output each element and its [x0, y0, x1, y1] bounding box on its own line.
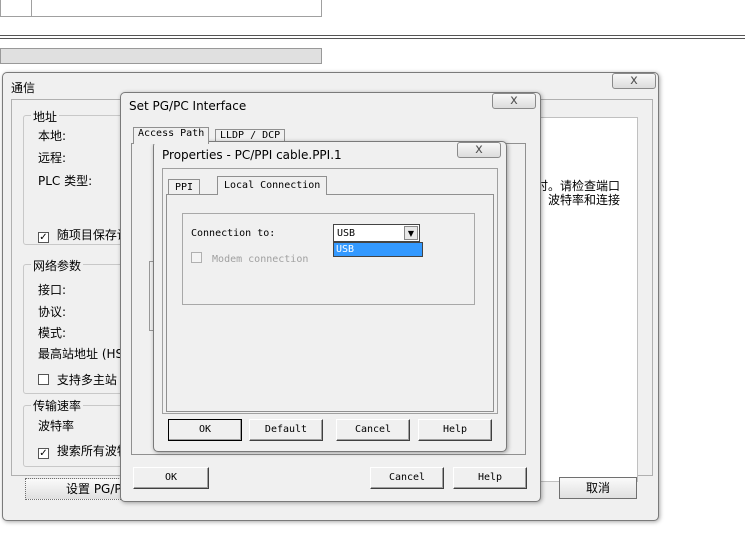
background-separator [0, 35, 745, 39]
highest-address-label: 最高站地址 (HS [38, 347, 124, 361]
connection-select[interactable]: USB ▼ [333, 224, 420, 242]
connection-dropdown-list: USB [333, 242, 423, 257]
tab-access-path-label: Access Path [138, 128, 205, 139]
modem-connection-checkbox[interactable]: Modem connection [191, 252, 308, 265]
baud-group-label: 传输速率 [31, 397, 84, 414]
connection-select-value: USB [337, 228, 356, 239]
background-field-top [0, 0, 322, 17]
checkbox-unchecked-icon [38, 374, 49, 385]
save-with-project-label: 随项目保存设 [56, 228, 129, 242]
mode-label: 模式: [38, 326, 67, 340]
tab-ppi[interactable]: PPI [168, 179, 201, 194]
properties-dialog: Properties - PC/PPI cable.PPI.1 x PPI Lo… [153, 141, 507, 452]
tab-access-path[interactable]: Access Path [133, 127, 210, 144]
search-all-baud-label: 搜索所有波特 [56, 444, 129, 458]
props-ok-button[interactable]: OK [168, 419, 242, 441]
props-cancel-label: Cancel [354, 424, 392, 435]
plc-type-label: PLC 类型: [38, 174, 93, 188]
comm-cancel-button[interactable]: 取消 [559, 477, 637, 499]
multi-master-checkbox[interactable]: 支持多主站 [38, 371, 117, 388]
pgpc-cancel-button[interactable]: Cancel [370, 467, 444, 489]
multi-master-label: 支持多主站 [56, 373, 117, 387]
search-all-baud-checkbox[interactable]: ✓ 搜索所有波特 [38, 442, 129, 459]
background-field-divider [31, 0, 32, 17]
checkbox-checked-icon: ✓ [38, 232, 49, 243]
comm-hint-line2: 、波特率和连接 [536, 193, 621, 207]
communication-dialog-title: 通信 [11, 81, 36, 95]
tab-ppi-label: PPI [175, 182, 194, 193]
chevron-down-icon[interactable]: ▼ [404, 226, 418, 240]
local-label: 本地: [38, 129, 67, 143]
props-help-button[interactable]: Help [418, 419, 492, 441]
close-icon[interactable]: x [612, 73, 656, 89]
pgpc-help-label: Help [477, 472, 503, 483]
tab-lldp-dcp-label: LLDP / DCP [220, 130, 281, 141]
protocol-label: 协议: [38, 305, 67, 319]
checkbox-disabled-icon [191, 252, 202, 263]
remote-label: 远程: [38, 151, 67, 165]
close-icon[interactable]: x [457, 142, 501, 158]
modem-connection-label: Modem connection [212, 254, 309, 265]
close-icon[interactable]: x [492, 93, 536, 109]
save-with-project-checkbox[interactable]: ✓ 随项目保存设 [38, 226, 129, 243]
set-pgpc-title: Set PG/PC Interface [129, 99, 247, 113]
pgpc-cancel-label: Cancel [388, 472, 426, 483]
connection-to-label: Connection to: [191, 228, 276, 239]
baud-label: 波特率 [38, 419, 75, 433]
props-default-button[interactable]: Default [249, 419, 323, 441]
tab-local-connection-label: Local Connection [224, 180, 321, 191]
pgpc-ok-button[interactable]: OK [133, 467, 209, 489]
setup-pgpc-button[interactable]: 设置 PG/PC [25, 478, 130, 500]
network-group-label: 网络参数 [31, 257, 84, 274]
props-ok-label: OK [198, 424, 212, 435]
interface-label: 接口: [38, 283, 67, 297]
dropdown-option-usb[interactable]: USB [334, 243, 422, 256]
background-scrollbar [0, 48, 322, 64]
checkbox-checked-icon: ✓ [38, 448, 49, 459]
tab-local-connection[interactable]: Local Connection [217, 176, 328, 195]
props-help-label: Help [442, 424, 468, 435]
address-group-label: 地址 [31, 108, 60, 125]
properties-title: Properties - PC/PPI cable.PPI.1 [162, 148, 342, 162]
comm-cancel-label: 取消 [585, 481, 610, 495]
props-default-label: Default [264, 424, 308, 435]
props-cancel-button[interactable]: Cancel [336, 419, 410, 441]
pgpc-ok-label: OK [164, 472, 178, 483]
pgpc-help-button[interactable]: Help [453, 467, 527, 489]
